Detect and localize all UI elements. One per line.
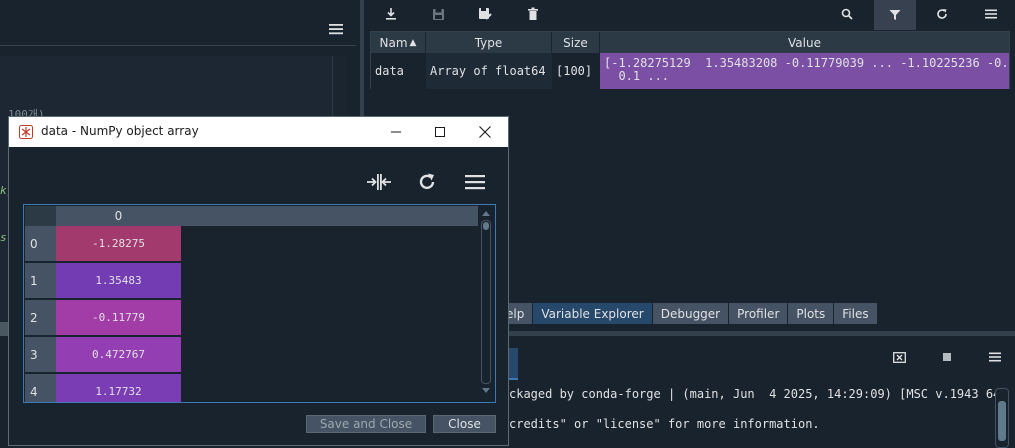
- refresh-icon: [937, 9, 947, 19]
- array-table[interactable]: 0 0 -1.28275 1 1.35483 2 -0.11779 3 0.47…: [23, 204, 496, 403]
- variable-name-cell[interactable]: data: [371, 53, 426, 89]
- row-header[interactable]: 3: [25, 337, 56, 373]
- array-cell[interactable]: -0.11779: [56, 300, 181, 336]
- menu-icon: [465, 175, 485, 190]
- tab-variable-explorer[interactable]: Variable Explorer: [533, 303, 653, 324]
- scrollbar-handle[interactable]: [998, 401, 1006, 441]
- save-icon: [432, 8, 444, 20]
- tab-plots[interactable]: Plots: [788, 303, 835, 324]
- console-options-button[interactable]: [980, 343, 1010, 371]
- column-header-label: Value: [788, 35, 821, 50]
- column-header-type[interactable]: Type: [426, 32, 552, 53]
- scrollbar-handle[interactable]: [483, 222, 489, 230]
- column-header-label: Size: [563, 35, 588, 50]
- code-fragment: s: [0, 231, 7, 244]
- column-header-name[interactable]: Nam ▲: [371, 32, 426, 53]
- column-header[interactable]: 0: [56, 206, 478, 226]
- save-as-icon: [479, 8, 492, 20]
- tab-profiler[interactable]: Profiler: [729, 303, 789, 324]
- menu-icon: [985, 9, 997, 19]
- maximize-icon: [435, 127, 445, 137]
- trash-icon: [528, 7, 538, 20]
- minimize-button[interactable]: [373, 117, 419, 147]
- menu-icon: [989, 352, 1001, 362]
- pane-tab-bar: elp Variable Explorer Debugger Profiler …: [498, 303, 878, 324]
- clear-icon: [892, 351, 906, 363]
- search-button[interactable]: [832, 0, 862, 28]
- dialog-titlebar[interactable]: data - NumPy object array: [9, 117, 508, 147]
- column-header-size[interactable]: Size: [552, 32, 600, 53]
- filter-icon: [889, 10, 901, 20]
- scroll-down-arrow-icon[interactable]: [482, 388, 490, 393]
- array-editor-dialog: data - NumPy object array 0 0 -1.28275 1…: [8, 116, 509, 446]
- resize-columns-button[interactable]: [364, 169, 394, 195]
- stop-button[interactable]: [932, 343, 962, 371]
- array-cell[interactable]: -1.28275: [56, 226, 181, 262]
- column-header-label: Type: [474, 35, 503, 50]
- refresh-array-button[interactable]: [412, 169, 442, 195]
- minimize-icon: [391, 131, 401, 133]
- array-cell[interactable]: 1.17732: [56, 374, 181, 402]
- variable-explorer-toolbar: [366, 0, 1015, 30]
- dialog-title: data - NumPy object array: [41, 124, 199, 138]
- menu-icon[interactable]: [328, 21, 344, 37]
- download-icon: [386, 8, 396, 20]
- column-header-label: 0: [114, 209, 123, 223]
- row-header[interactable]: 0: [25, 226, 56, 262]
- scrollbar-track[interactable]: [481, 220, 491, 384]
- resize-columns-icon: [367, 174, 391, 190]
- clear-console-button[interactable]: [884, 343, 914, 371]
- search-icon: [841, 8, 853, 20]
- save-and-close-button[interactable]: Save and Close: [306, 415, 426, 433]
- row-header[interactable]: 1: [25, 263, 56, 299]
- variable-value-cell[interactable]: [-1.28275129 1.35483208 -0.11779039 ... …: [600, 53, 1009, 89]
- console-line: credits" or "license" for more informati…: [509, 417, 820, 431]
- variable-size-cell[interactable]: [100]: [552, 53, 600, 89]
- array-options-button[interactable]: [460, 169, 490, 195]
- close-window-button[interactable]: [462, 117, 508, 147]
- variable-table: Nam ▲ Type Size Value data Array of floa…: [370, 31, 1010, 89]
- row-header[interactable]: 2: [25, 300, 56, 336]
- save-data-button[interactable]: [423, 0, 453, 28]
- import-data-button[interactable]: [376, 0, 406, 28]
- refresh-icon: [419, 173, 435, 190]
- array-cell[interactable]: 1.35483: [56, 263, 181, 299]
- editor-header: [0, 18, 356, 46]
- close-icon: [479, 126, 491, 138]
- table-corner[interactable]: [25, 206, 56, 226]
- tab-debugger[interactable]: Debugger: [652, 303, 730, 324]
- remove-all-button[interactable]: [518, 0, 548, 28]
- save-as-button[interactable]: [470, 0, 500, 28]
- array-cell[interactable]: 0.472767: [56, 337, 181, 373]
- variable-type-cell[interactable]: Array of float64: [426, 53, 552, 89]
- close-button[interactable]: Close: [433, 415, 496, 433]
- spyder-app-icon: [19, 125, 33, 139]
- sort-ascending-icon: ▲: [409, 37, 417, 48]
- filter-button[interactable]: [874, 0, 916, 30]
- options-button[interactable]: [976, 0, 1006, 28]
- tab-files[interactable]: Files: [834, 303, 878, 324]
- console-line: ckaged by conda-forge | (main, Jun 4 202…: [509, 387, 1001, 401]
- column-header-value[interactable]: Value: [600, 32, 1009, 53]
- column-header-label: Nam: [379, 35, 408, 50]
- scroll-up-arrow-icon[interactable]: [482, 211, 490, 216]
- array-scrollbar[interactable]: [478, 206, 494, 401]
- maximize-button[interactable]: [417, 117, 463, 147]
- console-scrollbar[interactable]: [995, 388, 1009, 448]
- row-header[interactable]: 4: [25, 374, 56, 402]
- stop-icon: [943, 353, 951, 361]
- refresh-button[interactable]: [927, 0, 957, 28]
